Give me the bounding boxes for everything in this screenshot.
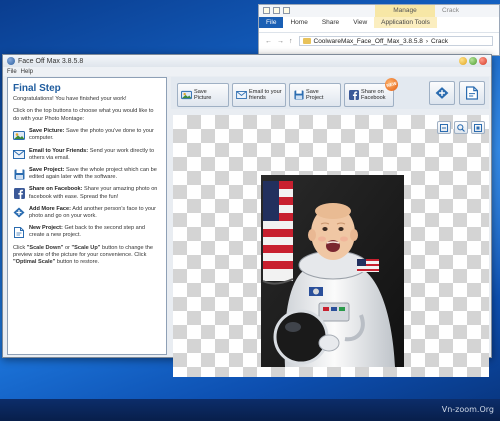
app-logo-icon [7,57,15,65]
ribbon-divider [259,32,499,33]
save-picture-label: Save Picture [194,88,212,101]
add-face-icon [435,87,449,99]
preview-canvas[interactable] [173,115,489,377]
forward-arrow-icon[interactable]: → [277,38,284,45]
us-flag [262,181,294,285]
step-heading: Final Step [13,83,61,94]
facebook-icon [13,187,25,199]
instructions-panel: Final Step Congratulations! You have fin… [7,77,167,355]
fit-screen-icon [474,123,482,132]
feature-title: Email to Your Friends: [29,147,89,154]
manage-tab-label[interactable]: Manage [375,5,435,17]
feature-title: Save Picture: [29,128,65,135]
save-picture-button[interactable]: Save Picture [177,83,229,107]
feature-email: Email to Your Friends: Send your work di… [8,148,166,162]
folder-icon[interactable] [263,7,270,14]
properties-icon[interactable] [273,7,280,14]
tab-share[interactable]: Share [315,17,346,28]
save-picture-icon [181,90,192,101]
app-title: Face Off Max 3.8.5.8 [18,57,84,65]
explorer-nav-buttons: ← → ↑ [259,38,299,45]
scale-down-button[interactable] [437,121,451,134]
congrats-text: Congratulations! You have finished your … [13,96,127,102]
menu-file[interactable]: File [7,69,17,75]
save-picture-icon [13,129,25,141]
magnifier-icon [457,123,465,132]
watermark-text: Vn-zoom.Org [441,405,494,414]
email-icon [236,90,247,101]
explorer-title: Crack [442,7,459,14]
feature-save-picture: Save Picture: Save the photo you've done… [8,128,166,142]
action-toolbar: Save Picture Email to your friends Save P… [171,76,489,109]
minimize-button[interactable] [459,57,467,65]
optimal-scale-button[interactable] [471,121,485,134]
face-off-max-window: Face Off Max 3.8.5.8 File Help Final Ste… [2,54,492,377]
folder-icon [302,38,311,44]
tab-application-tools[interactable]: Application Tools [374,17,437,28]
astronaut-photo-montage [261,175,404,367]
back-arrow-icon[interactable]: ← [265,38,272,45]
zoom-controls [437,121,485,134]
email-icon [13,149,25,161]
file-explorer-window: Manage Crack File Home Share View Applic… [258,4,500,56]
save-project-icon [13,168,25,180]
flag-patch [357,259,379,272]
scale-down-icon [440,123,448,132]
menu-help[interactable]: Help [21,69,33,75]
close-button[interactable] [479,57,487,65]
address-bar[interactable]: CoolwareMax_Face_Off_Max_3.8.5.8 › Crack [298,36,493,46]
tab-home[interactable]: Home [283,17,314,28]
explorer-address-row: ← → ↑ CoolwareMax_Face_Off_Max_3.8.5.8 ›… [259,35,499,47]
feature-add-face: Add More Face: Add another person's face… [8,206,166,220]
feature-title: Share on Facebook: [29,186,83,193]
new-project-button[interactable] [459,81,485,105]
share-facebook-label: Share on Facebook [361,88,386,101]
feature-new-project: New Project: Get back to the second step… [8,225,166,239]
feature-title: Save Project: [29,167,65,174]
taskbar [0,399,500,421]
facebook-icon [348,90,359,101]
menu-bar: File Help [3,67,491,76]
new-project-icon [466,86,478,100]
save-project-button[interactable]: Save Project [289,83,341,107]
breadcrumb-item[interactable]: Crack [431,38,448,45]
tab-view[interactable]: View [346,17,374,28]
window-controls [459,57,487,65]
new-folder-icon[interactable] [283,7,290,14]
save-project-icon [293,90,304,101]
feature-save-project: Save Project: Save the whole project whi… [8,167,166,181]
quick-access-toolbar[interactable] [263,7,290,14]
maximize-button[interactable] [469,57,477,65]
feature-title: Add More Face: [29,205,71,212]
feature-facebook: Share on Facebook: Share your amazing ph… [8,186,166,200]
breadcrumb-separator: › [425,37,429,45]
feature-title: New Project: [29,225,63,232]
app-titlebar[interactable]: Face Off Max 3.8.5.8 [3,55,491,67]
scale-hint-text: Click "Scale Down" or "Scale Up" button … [13,244,153,266]
tab-file[interactable]: File [259,17,284,28]
instructions-text: Click on the top buttons to choose what … [13,108,154,122]
save-project-label: Save Project [306,88,324,101]
breadcrumb-item[interactable]: CoolwareMax_Face_Off_Max_3.8.5.8 [314,38,423,45]
up-arrow-icon[interactable]: ↑ [289,38,293,45]
scale-up-button[interactable] [454,121,468,134]
explorer-ribbon-tabs: File Home Share View Application Tools [259,17,499,28]
new-project-icon [13,226,25,238]
email-friends-button[interactable]: Email to your friends [232,83,286,107]
email-friends-label: Email to your friends [249,88,282,101]
explorer-titlebar: Manage Crack [259,5,499,17]
add-face-icon [13,207,25,219]
add-more-face-button[interactable] [429,81,455,105]
